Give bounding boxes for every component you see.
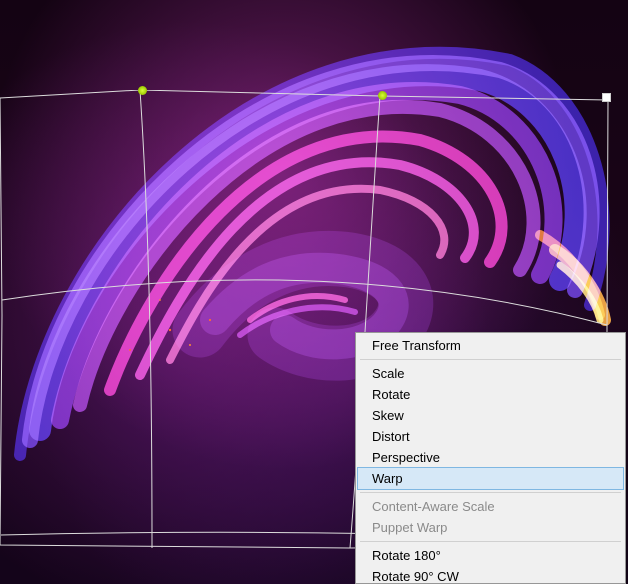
menu-item-rotate-180[interactable]: Rotate 180°: [358, 545, 623, 566]
menu-item-free-transform[interactable]: Free Transform: [358, 335, 623, 356]
menu-separator: [360, 492, 621, 493]
menu-separator: [360, 541, 621, 542]
menu-item-rotate[interactable]: Rotate: [358, 384, 623, 405]
menu-item-rotate-90-cw[interactable]: Rotate 90° CW: [358, 566, 623, 584]
transform-context-menu: Free Transform Scale Rotate Skew Distort…: [355, 332, 626, 584]
anchor-point[interactable]: [378, 91, 387, 100]
menu-item-skew[interactable]: Skew: [358, 405, 623, 426]
canvas-viewport[interactable]: Free Transform Scale Rotate Skew Distort…: [0, 0, 628, 584]
menu-separator: [360, 359, 621, 360]
transform-handle[interactable]: [602, 93, 611, 102]
menu-item-perspective[interactable]: Perspective: [358, 447, 623, 468]
menu-item-warp[interactable]: Warp: [357, 467, 624, 490]
menu-item-content-aware-scale: Content-Aware Scale: [358, 496, 623, 517]
menu-item-puppet-warp: Puppet Warp: [358, 517, 623, 538]
anchor-point[interactable]: [138, 86, 147, 95]
menu-item-distort[interactable]: Distort: [358, 426, 623, 447]
menu-item-scale[interactable]: Scale: [358, 363, 623, 384]
